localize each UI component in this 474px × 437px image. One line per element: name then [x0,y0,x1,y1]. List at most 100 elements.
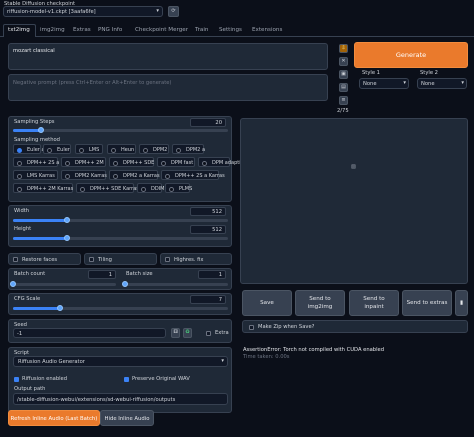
send-img2img-label: Send to img2img [307,296,333,310]
batch-size-slider[interactable] [122,281,228,287]
extra-checkbox[interactable] [206,331,211,336]
sampling-method-option[interactable]: LMS [75,144,103,154]
height-slider[interactable] [13,235,228,241]
sampling-method-option[interactable]: Euler a [13,144,45,154]
image-icon[interactable]: ▤ [339,83,348,92]
chevron-down-icon: ▾ [403,80,406,86]
radio-dot [141,186,146,192]
make-zip-box[interactable]: Make Zip when Save? [242,320,468,333]
make-zip-checkbox[interactable] [249,324,254,330]
highres-checkbox[interactable] [165,257,170,262]
batch-count-input[interactable]: 1 [88,270,116,279]
highres-box[interactable]: Highres. fix [160,253,232,265]
trash-icon[interactable]: ✕ [339,57,348,66]
prompt-input[interactable]: mozart classical [8,43,328,70]
highres-label: Highres. fix [174,256,204,263]
tiling-checkbox[interactable] [89,257,94,262]
send-inpaint-button[interactable]: Send to inpaint [349,290,399,316]
riffusion-enabled-label: Riffusion enabled [22,376,68,382]
sampling-method-option[interactable]: DPM fast [157,157,195,167]
sampling-method-option[interactable]: DPM adaptive [198,157,247,167]
save-button[interactable]: Save [242,290,292,316]
sampling-method-option[interactable]: DPM2 [139,144,169,154]
chevron-down-icon: ▾ [156,8,159,14]
tab-extras[interactable]: Extras [73,27,91,33]
width-slider[interactable] [13,217,228,223]
save-label: Save [260,300,274,306]
generate-button[interactable]: Generate [354,42,468,68]
cfg-scale-slider[interactable] [13,305,228,311]
seed-input[interactable]: -1 [13,328,166,338]
tiling-label: Tiling [98,256,112,263]
apply-style-icon[interactable]: ≡ [339,96,348,105]
sampling-method-option[interactable]: PLMS [165,183,192,193]
radio-dot [17,173,22,179]
sampling-method-option[interactable]: Euler [43,144,71,154]
tab-checkpoint-merger[interactable]: Checkpoint Merger [135,27,188,33]
sampling-method-label: DPM++ 2M [75,159,104,166]
paste-icon[interactable]: ⇩ [339,44,348,53]
restore-faces-box[interactable]: Restore faces [8,253,81,265]
width-input[interactable]: 512 [190,207,226,216]
sampling-method-option[interactable]: DPM++ 2S a Karras [161,170,225,180]
hide-audio-button[interactable]: Hide Inline Audio [100,410,154,426]
riffusion-enabled-checkbox[interactable] [14,377,19,382]
radio-dot [161,160,166,166]
width-label: Width [14,208,30,214]
tab-underline [0,36,474,37]
sampling-method-option[interactable]: DPM++ SDE [109,157,154,167]
script-select[interactable]: Riffusion Audio Generator ▾ [13,356,228,367]
cfg-scale-input[interactable]: 7 [190,295,226,304]
sampling-method-option[interactable]: DPM++ SDE Karras [76,183,139,193]
sampling-method-option[interactable]: Heun [107,144,136,154]
save-style-icon[interactable]: ▣ [339,70,348,79]
sampling-method-option[interactable]: DPM++ 2S a [13,157,59,167]
tab-train[interactable]: Train [195,27,208,33]
sampling-method-option[interactable]: DPM2 Karras [61,170,107,180]
send-inpaint-label: Send to inpaint [363,296,385,310]
cfg-scale-label: CFG Scale [14,296,41,302]
radio-dot [47,147,52,153]
send-extras-button[interactable]: Send to extras [402,290,452,316]
make-zip-label: Make Zip when Save? [258,324,315,330]
tab-settings[interactable]: Settings [219,27,242,33]
tab-img2img[interactable]: img2img [40,27,65,33]
batch-count-slider[interactable] [10,281,116,287]
folder-icon[interactable]: ▮ [455,290,468,316]
recycle-icon[interactable]: ♻ [183,328,192,338]
sampling-method-label: Euler a [27,146,45,153]
radio-dot [17,160,22,166]
tab-png-info[interactable]: PNG Info [98,27,122,33]
sampling-method-option[interactable]: DPM++ 2M Karras [13,183,73,193]
output-path-label: Output path [14,386,46,392]
tab-txt2img[interactable]: txt2img [8,27,30,33]
sampling-method-label: Euler [57,146,70,153]
radio-dot [17,186,22,192]
tiling-box[interactable]: Tiling [84,253,157,265]
sampling-method-option[interactable]: LMS Karras [13,170,58,180]
tab-extensions[interactable]: Extensions [252,27,282,33]
radio-dot [176,147,181,153]
batch-size-input[interactable]: 1 [198,270,226,279]
sampling-method-label: DPM++ 2S a Karras [175,172,225,179]
output-path-input[interactable]: /stable-diffusion-webui/extensions/sd-we… [13,393,228,405]
restore-faces-checkbox[interactable] [13,257,18,262]
style2-select[interactable]: None ▾ [417,78,467,89]
sampling-method-option[interactable]: DDIM [137,183,165,193]
sampling-method-option[interactable]: DPM2 a Karras [109,170,160,180]
height-input[interactable]: 512 [190,225,226,234]
style1-select[interactable]: None ▾ [359,78,409,89]
sampling-steps-slider[interactable] [13,127,228,133]
radio-dot [169,186,174,192]
output-path-value: /stable-diffusion-webui/extensions/sd-we… [17,396,176,403]
checkpoint-select[interactable]: riffusion-model-v1.ckpt [3aafa6fe] ▾ [3,6,163,17]
preserve-wav-checkbox[interactable] [124,377,129,382]
refresh-icon[interactable]: ⟳ [168,6,179,17]
dice-icon[interactable]: ⚅ [171,328,180,338]
refresh-audio-button[interactable]: Refresh Inline Audio (Last Batch) [8,410,100,426]
sampling-method-option[interactable]: DPM++ 2M [61,157,106,167]
send-img2img-button[interactable]: Send to img2img [295,290,345,316]
sampling-steps-input[interactable]: 20 [190,118,226,127]
negative-prompt-input[interactable]: Negative prompt (press Ctrl+Enter or Alt… [8,74,328,101]
sampling-method-option[interactable]: DPM2 a [172,144,205,154]
